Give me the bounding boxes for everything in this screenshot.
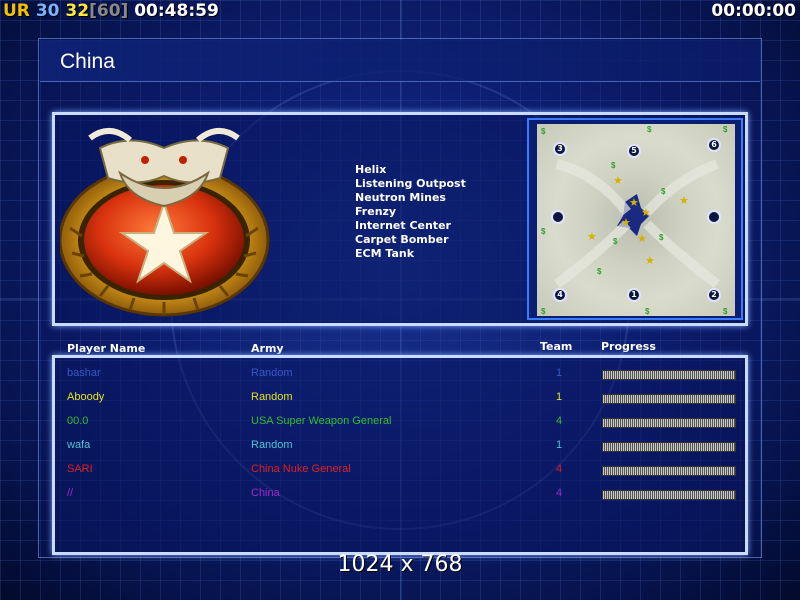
progress-bar	[602, 466, 736, 476]
oil-derrick-icon: ★	[613, 175, 623, 187]
title-bar	[40, 40, 760, 82]
supply-icon: $	[647, 125, 652, 134]
progress-bar	[602, 490, 736, 500]
unit-item: ECM Tank	[355, 247, 415, 260]
supply-icon: $	[541, 227, 546, 236]
table-row: SARI China Nuke General 4	[0, 463, 800, 479]
minimap-terrain: 3 5 6 4 1 2 ★ ★ ★ ★ ★ ★ ★ ★ $ $ $ $ $ $ …	[537, 124, 735, 316]
resolution-label: 1024 x 768	[337, 552, 463, 577]
china-emblem-icon	[60, 128, 270, 317]
hud-elapsed-time: 00:48:59	[134, 1, 219, 21]
progress-fill	[603, 467, 735, 475]
column-header-progress: Progress	[601, 340, 656, 353]
player-army: Random	[251, 391, 293, 403]
player-team: 4	[556, 463, 563, 475]
progress-fill	[603, 419, 735, 427]
oil-derrick-icon: ★	[641, 207, 651, 219]
hud-value-2: 32	[65, 1, 90, 21]
table-row: bashar Random 1	[0, 367, 800, 383]
minimap: 3 5 6 4 1 2 ★ ★ ★ ★ ★ ★ ★ ★ $ $ $ $ $ $ …	[527, 118, 743, 320]
table-row: wafa Random 1	[0, 439, 800, 455]
start-position-left	[551, 210, 565, 224]
player-army: USA Super Weapon General	[251, 415, 392, 427]
supply-icon: $	[661, 187, 666, 196]
player-army: Random	[251, 439, 293, 451]
page-title: China	[60, 50, 115, 73]
start-position-6: 6	[707, 138, 721, 152]
supply-icon: $	[541, 127, 546, 136]
hud-stats: UR 30 32[60] 00:48:59	[3, 1, 219, 21]
column-header-army: Army	[251, 342, 284, 355]
column-header-player-name: Player Name	[67, 342, 146, 355]
oil-derrick-icon: ★	[645, 255, 655, 267]
unit-item: Listening Outpost	[355, 177, 466, 190]
supply-icon: $	[611, 161, 616, 170]
table-row: 00.0 USA Super Weapon General 4	[0, 415, 800, 431]
player-army: China Nuke General	[251, 463, 351, 475]
general-unit-list: Helix Listening Outpost Neutron Mines Fr…	[355, 163, 466, 261]
player-name: Aboody	[67, 391, 105, 403]
supply-icon: $	[723, 307, 728, 316]
oil-derrick-icon: ★	[587, 231, 597, 243]
player-army: China	[251, 487, 280, 499]
hud-value-1: 30	[35, 1, 60, 21]
progress-fill	[603, 371, 735, 379]
progress-bar	[602, 370, 736, 380]
player-name: wafa	[67, 439, 91, 451]
supply-icon: $	[597, 267, 602, 276]
supply-icon: $	[645, 307, 650, 316]
player-list-panel	[52, 355, 748, 555]
player-name: //	[67, 487, 74, 499]
oil-derrick-icon: ★	[629, 197, 639, 209]
hud-timer: 00:00:00	[711, 1, 796, 21]
player-team: 4	[556, 415, 563, 427]
progress-bar	[602, 442, 736, 452]
player-name: SARI	[67, 463, 93, 475]
player-name: 00.0	[67, 415, 89, 427]
start-position-2: 2	[707, 288, 721, 302]
progress-bar	[602, 394, 736, 404]
oil-derrick-icon: ★	[621, 217, 631, 229]
supply-icon: $	[659, 233, 664, 242]
unit-item: Carpet Bomber	[355, 233, 449, 246]
player-army: Random	[251, 367, 293, 379]
progress-fill	[603, 491, 735, 499]
player-team: 1	[556, 391, 563, 403]
player-name: bashar	[67, 367, 101, 379]
unit-item: Helix	[355, 163, 387, 176]
supply-icon: $	[613, 237, 618, 246]
unit-item: Frenzy	[355, 205, 397, 218]
unit-item: Neutron Mines	[355, 191, 446, 204]
supply-icon: $	[723, 125, 728, 134]
oil-derrick-icon: ★	[637, 233, 647, 245]
progress-fill	[603, 443, 735, 451]
player-team: 4	[556, 487, 563, 499]
progress-bar	[602, 418, 736, 428]
unit-item: Internet Center	[355, 219, 451, 232]
start-position-1: 1	[627, 288, 641, 302]
table-row: Aboody Random 1	[0, 391, 800, 407]
player-team: 1	[556, 439, 563, 451]
start-position-5: 5	[627, 144, 641, 158]
start-position-4: 4	[553, 288, 567, 302]
start-position-3: 3	[553, 142, 567, 156]
hud-cap: [60]	[89, 1, 129, 21]
start-position-right	[707, 210, 721, 224]
hud-ur: UR	[3, 1, 30, 21]
player-team: 1	[556, 367, 563, 379]
table-row: // China 4	[0, 487, 800, 503]
progress-fill	[603, 395, 735, 403]
supply-icon: $	[541, 307, 546, 316]
oil-derrick-icon: ★	[679, 195, 689, 207]
column-header-team: Team	[540, 340, 573, 353]
